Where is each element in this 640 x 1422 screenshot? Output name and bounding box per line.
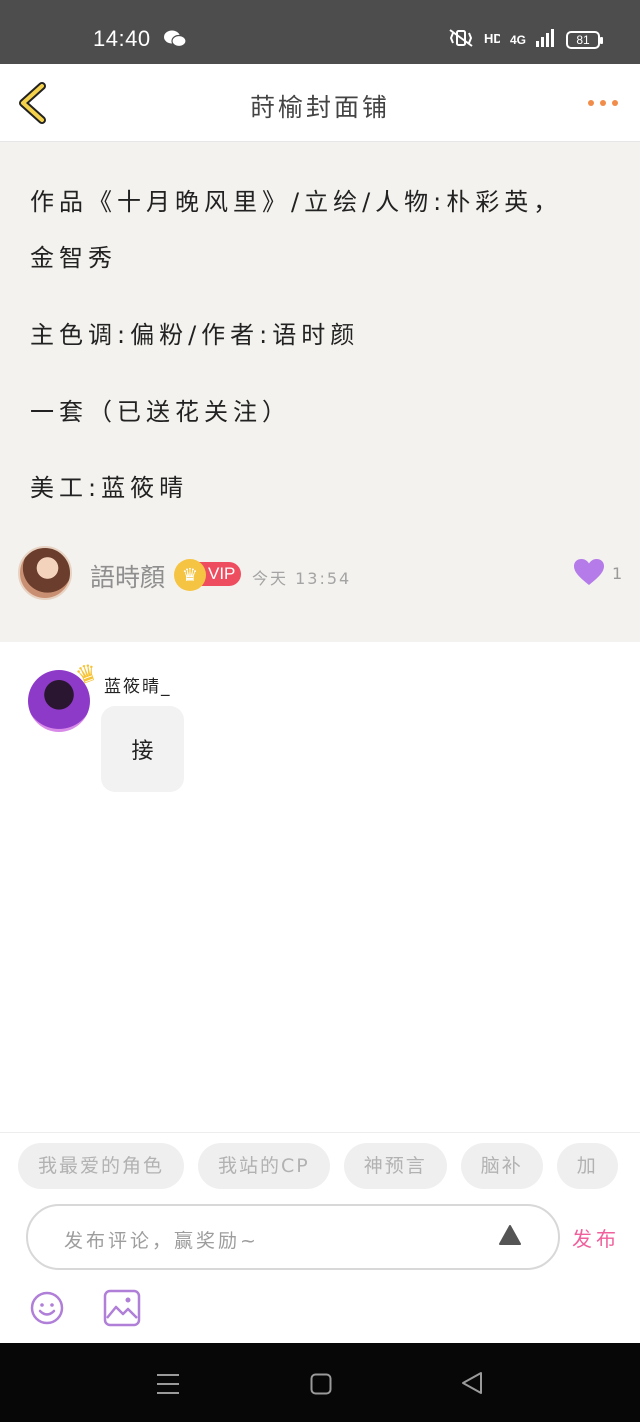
post-text-line: 美工:蓝筱晴 (30, 474, 189, 502)
topic-tag[interactable]: 我最爱的角色 (18, 1143, 185, 1189)
like-count: 1 (612, 564, 623, 583)
crown-icon: ♛ (174, 559, 206, 591)
network-type: 4G (509, 33, 526, 47)
image-icon[interactable] (103, 1289, 141, 1331)
page-title: 莳榆封面铺 (249, 93, 390, 122)
more-dot (612, 100, 618, 106)
author-name[interactable]: 語時顏 (90, 558, 165, 594)
post-time: 今天 13:54 (252, 569, 352, 588)
svg-text:HD: HD (484, 31, 500, 46)
topic-tag[interactable]: 神预言 (343, 1143, 447, 1189)
hd-icon: HD (484, 28, 503, 52)
more-dot (588, 100, 594, 106)
system-nav-bar (0, 1343, 640, 1422)
signal-icon (536, 29, 556, 51)
comment-input[interactable]: 发布评论，赢奖励~ (26, 1204, 560, 1270)
post-text-line: 金智秀 (30, 244, 117, 272)
post-text-line: 主色调:偏粉/作者:语时颜 (30, 321, 360, 349)
back-triangle-icon[interactable] (461, 1371, 483, 1399)
topic-tag[interactable]: 脑补 (460, 1143, 543, 1189)
comment-input-placeholder: 发布评论，赢奖励~ (64, 1230, 259, 1252)
status-time: 14:40 (93, 26, 151, 51)
app-header: 莳榆封面铺 (0, 64, 640, 142)
emoji-icon[interactable] (30, 1291, 64, 1329)
wechat-icon (164, 30, 187, 52)
comment-composer: 我最爱的角色 我站的CP 神预言 脑补加 发布评论，赢奖励~ 发布 (0, 1132, 640, 1343)
triangle-up-icon[interactable] (498, 1224, 522, 1250)
more-dot (600, 100, 606, 106)
vibrate-icon (448, 28, 474, 52)
battery-icon: 81 (566, 31, 603, 49)
heart-icon[interactable] (573, 558, 605, 590)
topic-tags: 我最爱的角色 我站的CP 神预言 脑补加 (18, 1143, 640, 1191)
post-card: 作品《十月晚风里》/立绘/人物:朴彩英， 金智秀 主色调:偏粉/作者:语时颜 一… (0, 142, 640, 642)
post-text-line: 一套（已送花关注） (30, 398, 291, 426)
status-icons: HD 4G 81 (448, 28, 603, 52)
author-avatar[interactable] (18, 546, 72, 600)
comment-item: ♛ 蓝筱晴_ 接 (0, 642, 640, 842)
commenter-name[interactable]: 蓝筱晴_ (104, 672, 172, 697)
status-bar: 14:40 HD 4G 81 (0, 0, 640, 64)
menu-icon[interactable] (156, 1373, 180, 1399)
post-text-line: 作品《十月晚风里》/立绘/人物:朴彩英， (30, 188, 563, 216)
topic-tag[interactable]: 我站的CP (198, 1143, 330, 1189)
home-icon[interactable] (310, 1373, 332, 1399)
more-dots-icon[interactable] (588, 100, 618, 106)
publish-button[interactable]: 发布 (572, 1223, 620, 1252)
comment-bubble[interactable]: 接 (101, 706, 184, 792)
topic-tag[interactable]: 加 (556, 1143, 618, 1189)
